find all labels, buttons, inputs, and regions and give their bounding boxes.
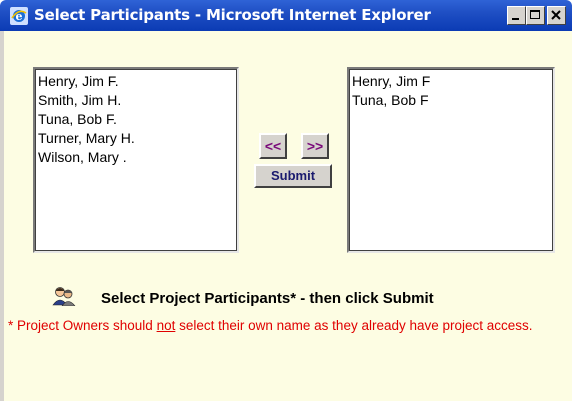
selected-participants-list[interactable]: Henry, Jim F Tuna, Bob F bbox=[347, 67, 555, 253]
list-item[interactable]: Henry, Jim F bbox=[349, 72, 553, 91]
submit-button[interactable]: Submit bbox=[254, 164, 332, 188]
close-icon bbox=[551, 10, 561, 20]
close-button[interactable] bbox=[547, 6, 566, 25]
minimize-button[interactable] bbox=[507, 6, 526, 25]
maximize-icon bbox=[530, 10, 540, 19]
title-bar[interactable]: e Select Participants - Microsoft Intern… bbox=[0, 0, 572, 31]
available-participants-list[interactable]: Henry, Jim F. Smith, Jim H. Tuna, Bob F.… bbox=[33, 67, 239, 253]
browser-window: e Select Participants - Microsoft Intern… bbox=[0, 0, 572, 401]
list-item[interactable]: Tuna, Bob F bbox=[349, 91, 553, 110]
list-item[interactable]: Henry, Jim F. bbox=[35, 72, 237, 91]
note-text-end: select their own name as they already ha… bbox=[175, 318, 533, 333]
list-item[interactable]: Wilson, Mary . bbox=[35, 148, 237, 167]
window-title: Select Participants - Microsoft Internet… bbox=[34, 6, 431, 24]
list-item[interactable]: Smith, Jim H. bbox=[35, 91, 237, 110]
people-icon bbox=[52, 287, 76, 306]
list-item[interactable]: Turner, Mary H. bbox=[35, 129, 237, 148]
note-emphasis: not bbox=[156, 318, 176, 333]
instructions-note: * Project Owners should not select their… bbox=[8, 316, 548, 335]
remove-participant-button[interactable]: << bbox=[259, 133, 287, 159]
list-item[interactable]: Tuna, Bob F. bbox=[35, 110, 237, 129]
instructions-heading: Select Project Participants* - then clic… bbox=[101, 290, 434, 307]
dialog-content: Henry, Jim F. Smith, Jim H. Tuna, Bob F.… bbox=[0, 31, 572, 401]
add-participant-button[interactable]: >> bbox=[301, 133, 329, 159]
note-text-start: * Project Owners should bbox=[8, 318, 157, 333]
ie-icon: e bbox=[10, 7, 28, 25]
maximize-button[interactable] bbox=[526, 6, 545, 25]
minimize-icon bbox=[512, 18, 519, 20]
